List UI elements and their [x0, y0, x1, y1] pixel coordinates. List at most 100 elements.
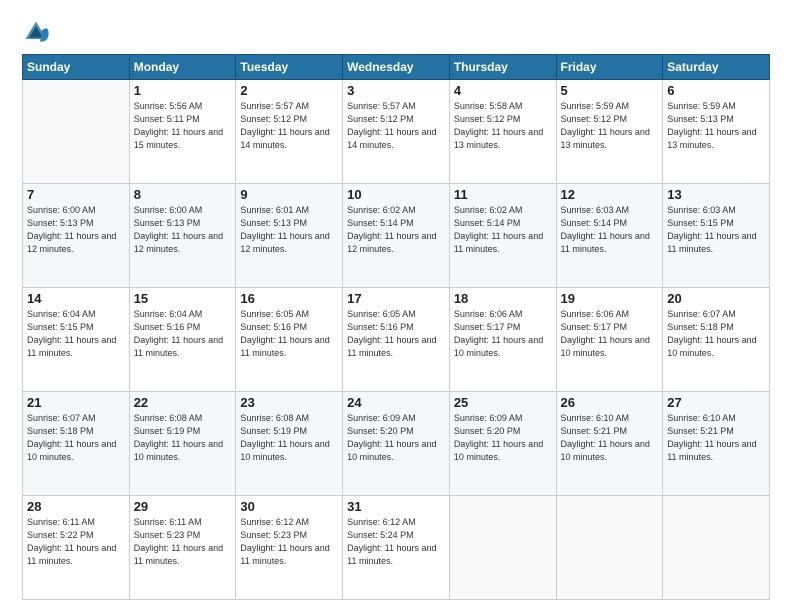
- weekday-header: Monday: [129, 55, 236, 80]
- day-number: 16: [240, 291, 338, 306]
- calendar-cell: 7 Sunrise: 6:00 AMSunset: 5:13 PMDaylight…: [23, 184, 130, 288]
- calendar-cell: 25 Sunrise: 6:09 AMSunset: 5:20 PMDayligh…: [449, 392, 556, 496]
- day-number: 18: [454, 291, 552, 306]
- calendar-cell: 27Sunrise: 6:10 AMSunset: 5:21 PMDayligh…: [663, 392, 770, 496]
- calendar-cell: 8 Sunrise: 6:00 AMSunset: 5:13 PMDaylight…: [129, 184, 236, 288]
- day-number: 22: [134, 395, 232, 410]
- day-number: 29: [134, 499, 232, 514]
- header: [22, 18, 770, 46]
- calendar-cell: 18 Sunrise: 6:06 AMSunset: 5:17 PMDayligh…: [449, 288, 556, 392]
- day-detail: Sunrise: 5:56 AMSunset: 5:11 PMDaylight:…: [134, 100, 232, 152]
- day-detail: Sunrise: 6:10 AMSunset: 5:21 PMDaylight:…: [561, 412, 659, 464]
- day-detail: Sunrise: 6:12 AMSunset: 5:23 PMDaylight:…: [240, 516, 338, 568]
- calendar-cell: 23 Sunrise: 6:08 AMSunset: 5:19 PMDayligh…: [236, 392, 343, 496]
- calendar-cell: 9 Sunrise: 6:01 AMSunset: 5:13 PMDaylight…: [236, 184, 343, 288]
- day-detail: Sunrise: 6:11 AMSunset: 5:22 PMDaylight:…: [27, 516, 125, 568]
- calendar-cell: 22 Sunrise: 6:08 AMSunset: 5:19 PMDayligh…: [129, 392, 236, 496]
- day-detail: Sunrise: 6:02 AMSunset: 5:14 PMDaylight:…: [454, 204, 552, 256]
- calendar-cell: 11 Sunrise: 6:02 AMSunset: 5:14 PMDayligh…: [449, 184, 556, 288]
- day-number: 30: [240, 499, 338, 514]
- calendar-week-row: 7 Sunrise: 6:00 AMSunset: 5:13 PMDaylight…: [23, 184, 770, 288]
- day-number: 4: [454, 83, 552, 98]
- day-number: 7: [27, 187, 125, 202]
- logo: [22, 18, 54, 46]
- calendar-cell: [663, 496, 770, 600]
- weekday-header: Wednesday: [343, 55, 450, 80]
- day-detail: Sunrise: 6:06 AMSunset: 5:17 PMDaylight:…: [454, 308, 552, 360]
- day-detail: Sunrise: 6:00 AMSunset: 5:13 PMDaylight:…: [134, 204, 232, 256]
- calendar-cell: 16Sunrise: 6:05 AMSunset: 5:16 PMDayligh…: [236, 288, 343, 392]
- day-detail: Sunrise: 5:57 AMSunset: 5:12 PMDaylight:…: [347, 100, 445, 152]
- day-number: 13: [667, 187, 765, 202]
- calendar-cell: 5 Sunrise: 5:59 AMSunset: 5:12 PMDaylight…: [556, 80, 663, 184]
- day-number: 12: [561, 187, 659, 202]
- calendar-cell: 1 Sunrise: 5:56 AMSunset: 5:11 PMDaylight…: [129, 80, 236, 184]
- day-detail: Sunrise: 6:07 AMSunset: 5:18 PMDaylight:…: [27, 412, 125, 464]
- calendar-week-row: 14 Sunrise: 6:04 AMSunset: 5:15 PMDayligh…: [23, 288, 770, 392]
- calendar-cell: [556, 496, 663, 600]
- day-number: 27: [667, 395, 765, 410]
- calendar-cell: 3 Sunrise: 5:57 AMSunset: 5:12 PMDaylight…: [343, 80, 450, 184]
- calendar-cell: 17 Sunrise: 6:05 AMSunset: 5:16 PMDayligh…: [343, 288, 450, 392]
- day-number: 2: [240, 83, 338, 98]
- calendar-cell: 2 Sunrise: 5:57 AMSunset: 5:12 PMDaylight…: [236, 80, 343, 184]
- day-number: 1: [134, 83, 232, 98]
- day-detail: Sunrise: 5:59 AMSunset: 5:12 PMDaylight:…: [561, 100, 659, 152]
- day-detail: Sunrise: 6:09 AMSunset: 5:20 PMDaylight:…: [454, 412, 552, 464]
- day-number: 9: [240, 187, 338, 202]
- calendar-cell: 31 Sunrise: 6:12 AMSunset: 5:24 PMDayligh…: [343, 496, 450, 600]
- day-number: 15: [134, 291, 232, 306]
- weekday-header: Thursday: [449, 55, 556, 80]
- calendar-cell: 30 Sunrise: 6:12 AMSunset: 5:23 PMDayligh…: [236, 496, 343, 600]
- day-number: 25: [454, 395, 552, 410]
- weekday-header: Sunday: [23, 55, 130, 80]
- day-detail: Sunrise: 6:03 AMSunset: 5:14 PMDaylight:…: [561, 204, 659, 256]
- day-number: 5: [561, 83, 659, 98]
- day-detail: Sunrise: 6:05 AMSunset: 5:16 PMDaylight:…: [347, 308, 445, 360]
- day-number: 20: [667, 291, 765, 306]
- calendar-week-row: 21 Sunrise: 6:07 AMSunset: 5:18 PMDayligh…: [23, 392, 770, 496]
- day-detail: Sunrise: 6:04 AMSunset: 5:16 PMDaylight:…: [134, 308, 232, 360]
- calendar-cell: 14 Sunrise: 6:04 AMSunset: 5:15 PMDayligh…: [23, 288, 130, 392]
- day-detail: Sunrise: 6:08 AMSunset: 5:19 PMDaylight:…: [240, 412, 338, 464]
- logo-icon: [22, 18, 50, 46]
- day-number: 14: [27, 291, 125, 306]
- day-number: 8: [134, 187, 232, 202]
- day-detail: Sunrise: 6:12 AMSunset: 5:24 PMDaylight:…: [347, 516, 445, 568]
- calendar-cell: 6Sunrise: 5:59 AMSunset: 5:13 PMDaylight…: [663, 80, 770, 184]
- day-number: 23: [240, 395, 338, 410]
- calendar-cell: 10Sunrise: 6:02 AMSunset: 5:14 PMDayligh…: [343, 184, 450, 288]
- weekday-header: Saturday: [663, 55, 770, 80]
- calendar-cell: 26 Sunrise: 6:10 AMSunset: 5:21 PMDayligh…: [556, 392, 663, 496]
- calendar-cell: [449, 496, 556, 600]
- day-number: 26: [561, 395, 659, 410]
- weekday-header: Friday: [556, 55, 663, 80]
- page: SundayMondayTuesdayWednesdayThursdayFrid…: [0, 0, 792, 612]
- calendar-cell: 20Sunrise: 6:07 AMSunset: 5:18 PMDayligh…: [663, 288, 770, 392]
- calendar-cell: 24 Sunrise: 6:09 AMSunset: 5:20 PMDayligh…: [343, 392, 450, 496]
- calendar-cell: [23, 80, 130, 184]
- calendar-week-row: 1 Sunrise: 5:56 AMSunset: 5:11 PMDaylight…: [23, 80, 770, 184]
- calendar-cell: 13 Sunrise: 6:03 AMSunset: 5:15 PMDayligh…: [663, 184, 770, 288]
- calendar-cell: 15 Sunrise: 6:04 AMSunset: 5:16 PMDayligh…: [129, 288, 236, 392]
- day-number: 21: [27, 395, 125, 410]
- day-number: 17: [347, 291, 445, 306]
- day-detail: Sunrise: 6:03 AMSunset: 5:15 PMDaylight:…: [667, 204, 765, 256]
- calendar-cell: 12 Sunrise: 6:03 AMSunset: 5:14 PMDayligh…: [556, 184, 663, 288]
- day-number: 31: [347, 499, 445, 514]
- day-detail: Sunrise: 6:09 AMSunset: 5:20 PMDaylight:…: [347, 412, 445, 464]
- day-number: 24: [347, 395, 445, 410]
- day-detail: Sunrise: 6:04 AMSunset: 5:15 PMDaylight:…: [27, 308, 125, 360]
- day-number: 11: [454, 187, 552, 202]
- day-detail: Sunrise: 6:06 AMSunset: 5:17 PMDaylight:…: [561, 308, 659, 360]
- day-detail: Sunrise: 5:57 AMSunset: 5:12 PMDaylight:…: [240, 100, 338, 152]
- day-detail: Sunrise: 6:02 AMSunset: 5:14 PMDaylight:…: [347, 204, 445, 256]
- day-detail: Sunrise: 6:01 AMSunset: 5:13 PMDaylight:…: [240, 204, 338, 256]
- day-number: 6: [667, 83, 765, 98]
- day-detail: Sunrise: 6:00 AMSunset: 5:13 PMDaylight:…: [27, 204, 125, 256]
- calendar-cell: 29Sunrise: 6:11 AMSunset: 5:23 PMDayligh…: [129, 496, 236, 600]
- day-number: 3: [347, 83, 445, 98]
- day-detail: Sunrise: 6:08 AMSunset: 5:19 PMDaylight:…: [134, 412, 232, 464]
- calendar-week-row: 28Sunrise: 6:11 AMSunset: 5:22 PMDayligh…: [23, 496, 770, 600]
- calendar-table: SundayMondayTuesdayWednesdayThursdayFrid…: [22, 54, 770, 600]
